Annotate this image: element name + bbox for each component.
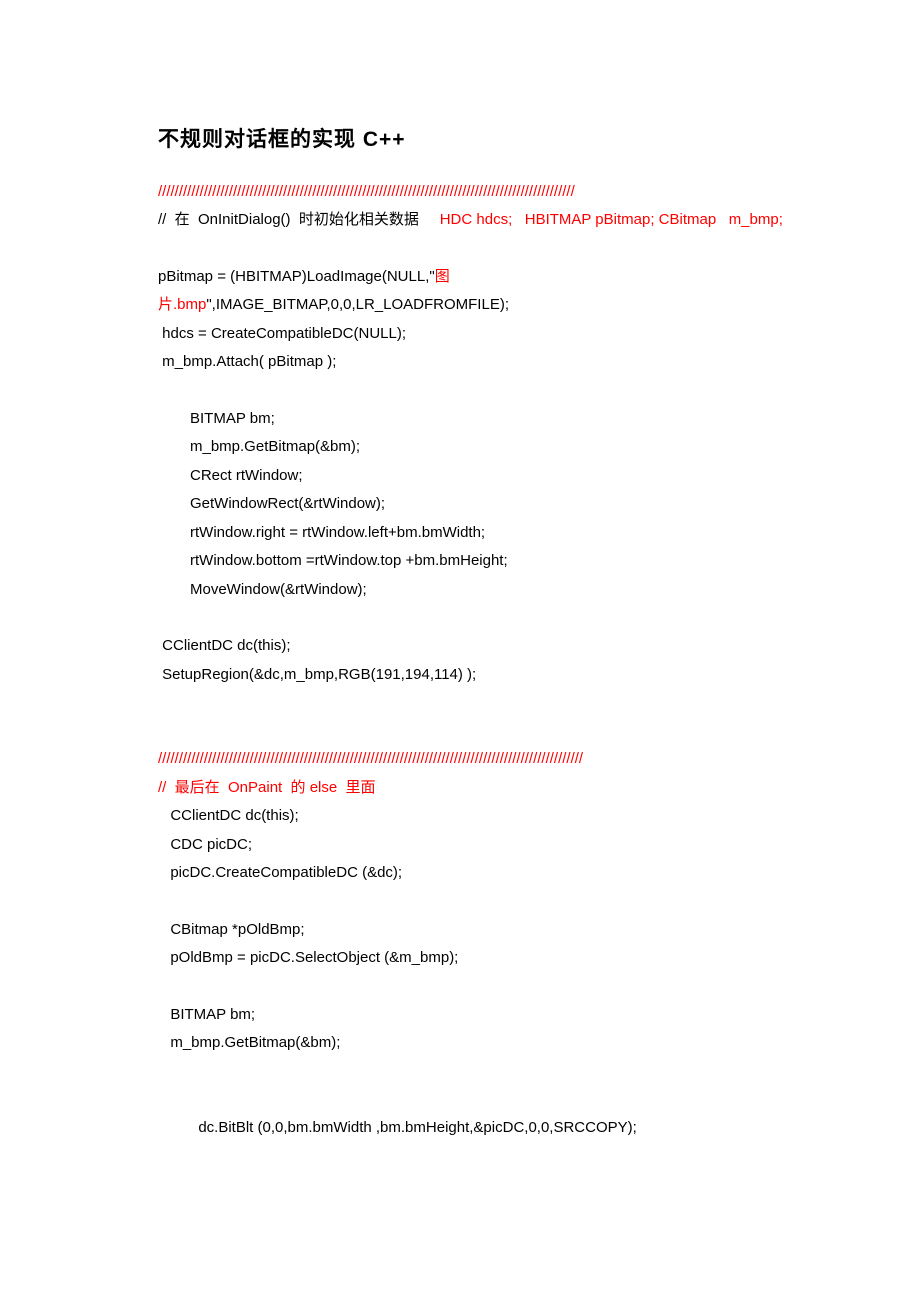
blank-line xyxy=(158,377,762,405)
code-line: hdcs = CreateCompatibleDC(NULL); xyxy=(158,320,762,349)
code-line: pBitmap = (HBITMAP)LoadImage(NULL,"图 xyxy=(158,263,762,292)
code-line: CClientDC dc(this); xyxy=(158,632,762,661)
code-text-highlight: 片.bmp xyxy=(158,296,206,313)
code-line: SetupRegion(&dc,m_bmp,RGB(191,194,114) )… xyxy=(158,661,762,690)
code-line: CBitmap *pOldBmp; xyxy=(158,916,762,945)
code-line: CRect rtWindow; xyxy=(158,462,762,491)
code-line: CDC picDC; xyxy=(158,831,762,860)
code-line: m_bmp.Attach( pBitmap ); xyxy=(158,348,762,377)
code-line: rtWindow.right = rtWindow.left+bm.bmWidt… xyxy=(158,519,762,548)
separator-line: ////////////////////////////////////////… xyxy=(158,745,762,774)
blank-line xyxy=(158,717,762,745)
code-text-highlight: 图 xyxy=(435,268,450,285)
code-line: // 在 OnInitDialog() 时初始化相关数据 HDC hdcs; H… xyxy=(158,206,762,235)
code-line: // 最后在 OnPaint 的 else 里面 xyxy=(158,774,762,803)
code-text-highlight: HDC hdcs; HBITMAP pBitmap; CBitmap m_bmp… xyxy=(440,211,783,228)
page-title: 不规则对话框的实现 C++ xyxy=(158,120,762,160)
code-text-highlight: 最后在 OnPaint 的 else 里面 xyxy=(175,779,376,796)
code-line: rtWindow.bottom =rtWindow.top +bm.bmHeig… xyxy=(158,547,762,576)
code-line: MoveWindow(&rtWindow); xyxy=(158,576,762,605)
blank-line xyxy=(158,235,762,263)
code-line: BITMAP bm; xyxy=(158,1001,762,1030)
blank-line xyxy=(158,1058,762,1086)
blank-line xyxy=(158,604,762,632)
code-line: BITMAP bm; xyxy=(158,405,762,434)
document-page: 不规则对话框的实现 C++ //////////////////////////… xyxy=(0,0,920,1202)
separator-line: ////////////////////////////////////////… xyxy=(158,178,762,207)
blank-line xyxy=(158,689,762,717)
code-text: // xyxy=(158,779,175,796)
code-line: m_bmp.GetBitmap(&bm); xyxy=(158,433,762,462)
code-line: GetWindowRect(&rtWindow); xyxy=(158,490,762,519)
code-line: 片.bmp",IMAGE_BITMAP,0,0,LR_LOADFROMFILE)… xyxy=(158,291,762,320)
code-line: picDC.CreateCompatibleDC (&dc); xyxy=(158,859,762,888)
code-line: CClientDC dc(this); xyxy=(158,802,762,831)
blank-line xyxy=(158,973,762,1001)
code-line: m_bmp.GetBitmap(&bm); xyxy=(158,1029,762,1058)
code-text: // 在 OnInitDialog() 时初始化相关数据 xyxy=(158,211,440,228)
code-text: ",IMAGE_BITMAP,0,0,LR_LOADFROMFILE); xyxy=(206,296,509,313)
blank-line xyxy=(158,1086,762,1114)
code-line: dc.BitBlt (0,0,bm.bmWidth ,bm.bmHeight,&… xyxy=(158,1114,762,1143)
blank-line xyxy=(158,888,762,916)
code-text: pBitmap = (HBITMAP)LoadImage(NULL," xyxy=(158,268,435,285)
code-line: pOldBmp = picDC.SelectObject (&m_bmp); xyxy=(158,944,762,973)
